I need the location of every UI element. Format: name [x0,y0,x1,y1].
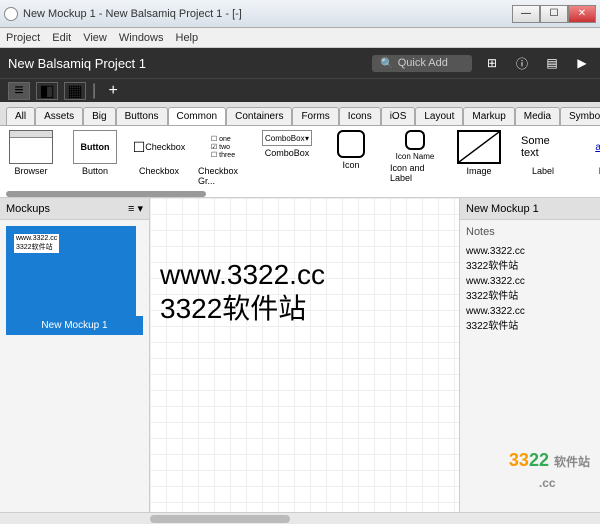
lib-label: Label [532,166,554,176]
lib-label: Button [82,166,108,176]
tab-forms[interactable]: Forms [292,107,338,125]
lib-label: Icon [342,160,359,170]
window-title: New Mockup 1 - New Balsamiq Project 1 - … [23,8,512,20]
canvas-text-block[interactable]: www.3322.cc 3322软件站 [160,258,325,325]
window-titlebar: New Mockup 1 - New Balsamiq Project 1 - … [0,0,600,28]
mockup-thumbnail[interactable]: www.3322.cc 3322软件站 New Mockup 1 [6,226,143,335]
lib-item-checkbox-gr-[interactable]: ☐ one☑ two☐ threeCheckbox Gr... [198,130,248,193]
mockups-sidebar: Mockups ≡ ▾ www.3322.cc 3322软件站 New Mock… [0,198,150,512]
scrollbar-thumb[interactable] [150,515,290,523]
view-toolbar: ≡ ◧ ▦ | + [0,78,600,102]
lib-item-button[interactable]: Button Button [70,130,120,193]
tab-markup[interactable]: Markup [463,107,514,125]
layers-icon[interactable]: ▤ [542,54,562,72]
watermark-logo: 3322 软件站 .cc [509,450,590,492]
lib-label: Browser [14,166,47,176]
maximize-button[interactable]: ☐ [540,5,568,23]
lib-item-icon-and-label[interactable]: Icon NameIcon and Label [390,130,440,193]
iconsq-icon [337,130,365,158]
sidebar-menu-icon[interactable]: ≡ ▾ [128,202,143,215]
panel-header: New Mockup 1 [460,198,600,220]
lib-item-image[interactable]: Image [454,130,504,193]
info-icon[interactable]: ⓘ [512,54,532,72]
cbg-icon: ☐ one☑ two☐ three [201,130,245,164]
lib-label: Image [466,166,491,176]
link-icon: a link [585,130,600,164]
menu-edit[interactable]: Edit [52,32,71,44]
add-button[interactable]: + [102,82,124,100]
project-title: New Balsamiq Project 1 [8,56,362,71]
thumb-label: New Mockup 1 [6,316,143,335]
lib-item-checkbox[interactable]: Checkbox Checkbox [134,130,184,193]
grid-icon[interactable]: ⊞ [482,54,502,72]
tab-ios[interactable]: iOS [381,107,416,125]
btn-icon: Button [73,130,117,164]
tab-all[interactable]: All [6,107,35,125]
component-library: Browser Button Button Checkbox Checkbox ☐ one… [0,126,600,198]
menu-project[interactable]: Project [6,32,40,44]
canvas-line-1: www.3322.cc [160,258,325,292]
lib-item-icon[interactable]: Icon [326,130,376,193]
lib-item-link[interactable]: a linkLink [582,130,600,193]
browser-icon [9,130,53,164]
lib-item-combobox[interactable]: ComboBox▾ ComboBox [262,130,312,193]
menu-view[interactable]: View [83,32,107,44]
lib-label: Checkbox [139,166,179,176]
lib-item-browser[interactable]: Browser [6,130,56,193]
lib-label: ComboBox [265,148,310,158]
split-view-icon[interactable]: ◧ [36,82,58,100]
label-icon: Some text [521,130,565,164]
tab-assets[interactable]: Assets [35,107,83,125]
horizontal-scrollbar[interactable] [0,512,600,524]
menu-windows[interactable]: Windows [119,32,164,44]
search-placeholder: Quick Add [398,57,448,69]
tab-icons[interactable]: Icons [339,107,381,125]
play-icon[interactable]: ▶ [572,54,592,72]
image-icon [457,130,501,164]
sidebar-header: Mockups ≡ ▾ [0,198,149,220]
tab-big[interactable]: Big [83,107,115,125]
lib-label: Checkbox Gr... [198,166,248,186]
thumb-text-1: www.3322.cc [16,235,57,242]
lib-item-label[interactable]: Some text Label [518,130,568,193]
cb-icon: Checkbox [137,130,181,164]
tab-buttons[interactable]: Buttons [116,107,168,125]
canvas-line-2: 3322软件站 [160,292,325,326]
combo-icon: ComboBox▾ [262,130,312,146]
grid-view-icon[interactable]: ▦ [64,82,86,100]
project-bar: New Balsamiq Project 1 🔍 Quick Add ⊞ ⓘ ▤… [0,48,600,78]
lib-label: Icon and Label [390,163,440,183]
library-scrollbar[interactable] [6,191,206,197]
sidebar-title: Mockups [6,203,50,215]
panel-title: New Mockup 1 [466,203,539,215]
canvas[interactable]: www.3322.cc 3322软件站 [150,198,460,512]
quick-add-search[interactable]: 🔍 Quick Add [372,55,472,72]
minimize-button[interactable]: — [512,5,540,23]
notes-content[interactable]: www.3322.cc3322软件站www.3322.cc3322软件站www.… [466,244,594,334]
notes-header: Notes [466,226,594,238]
hamburger-icon[interactable]: ≡ [8,82,30,100]
search-icon: 🔍 [380,57,394,70]
iconlbl-icon: Icon Name [390,130,440,161]
menubar: Project Edit View Windows Help [0,28,600,48]
tab-symbols[interactable]: Symbols [560,107,600,125]
thumb-text-2: 3322软件站 [16,242,57,252]
tab-layout[interactable]: Layout [415,107,463,125]
menu-help[interactable]: Help [176,32,199,44]
category-tabs: AllAssetsBigButtonsCommonContainersForms… [0,102,600,126]
close-button[interactable]: ✕ [568,5,596,23]
app-icon [4,7,18,21]
tab-common[interactable]: Common [168,107,227,125]
tab-containers[interactable]: Containers [226,107,292,125]
tab-media[interactable]: Media [515,107,560,125]
